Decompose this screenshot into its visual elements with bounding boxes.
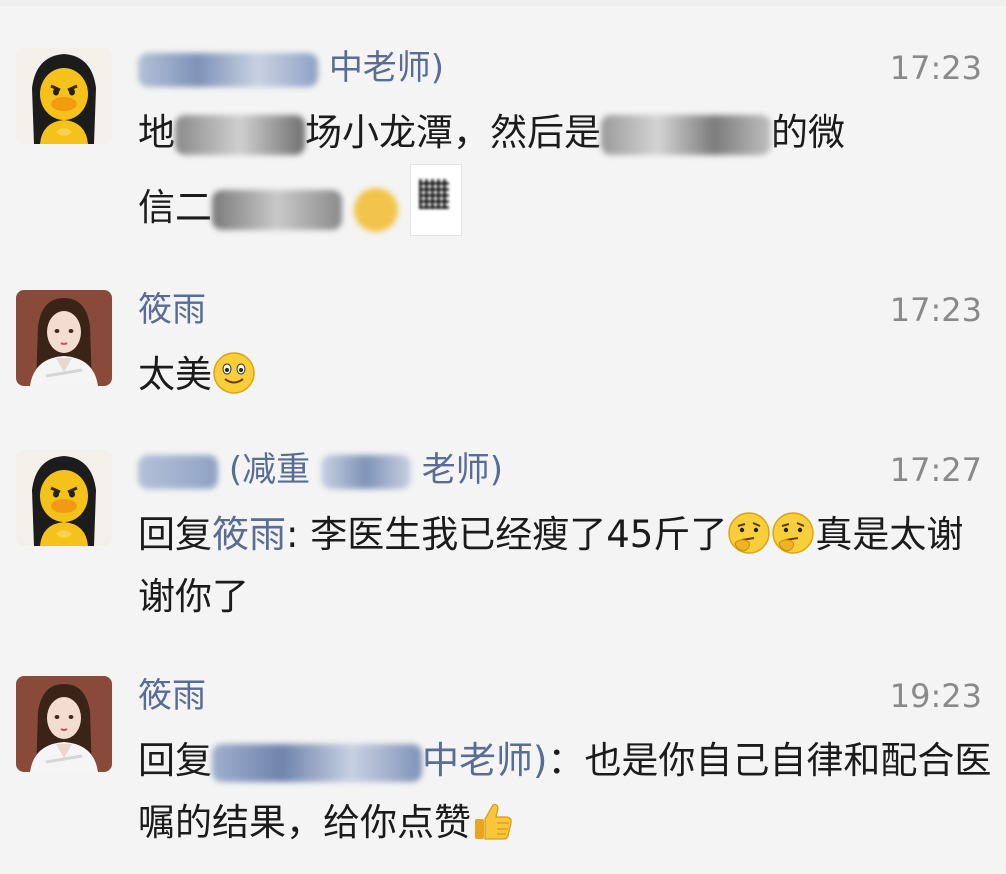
comment-item: (减重 老师) 17:27 回复筱雨: 李医生我已经瘦了45斤了 真是太谢谢你了 [0, 442, 1006, 632]
comment-time: 19:23 [889, 677, 982, 715]
comment-item: 筱雨 19:23 回复 中老师)：也是你自己自律和配合医嘱的结果，给你点赞 [0, 668, 1006, 868]
thumbs-up-emoji [471, 799, 515, 843]
comment-time: 17:27 [889, 451, 982, 489]
commenter-name[interactable]: (减重 老师) [138, 450, 503, 490]
smile-emoji [212, 351, 256, 395]
comment-text: 地场小龙潭，然后是 的微 信二 [138, 102, 996, 239]
qr-code-image[interactable] [409, 164, 462, 236]
commenter-name[interactable]: 中老师) [138, 48, 444, 88]
redacted-emoji [353, 187, 398, 232]
previous-comment-edge [0, 0, 1006, 6]
avatar[interactable] [16, 290, 112, 386]
comment-text: 太美 [138, 344, 996, 406]
thinking-emoji [771, 511, 815, 555]
redacted-text [601, 114, 771, 155]
comment-text: 回复筱雨: 李医生我已经瘦了45斤了 真是太谢谢你了 [138, 511, 964, 618]
comment-time: 17:23 [889, 291, 982, 329]
reply-target-link[interactable]: 中老师) [212, 739, 547, 782]
comment-text: 回复 中老师)：也是你自己自律和配合医嘱的结果，给你点赞 [138, 739, 992, 844]
commenter-name[interactable]: 筱雨 [138, 676, 206, 716]
commenter-name[interactable]: 筱雨 [138, 290, 206, 330]
comment-item: 中老师) 17:23 地场小龙潭，然后是 的微 信二 [0, 40, 1006, 270]
redacted-text [212, 189, 342, 230]
redacted-name [138, 454, 218, 489]
redacted-name [138, 52, 318, 87]
avatar[interactable] [16, 450, 112, 546]
avatar[interactable] [16, 676, 112, 772]
comment-item: 筱雨 17:23 太美 [0, 282, 1006, 412]
redacted-text [175, 114, 305, 155]
avatar[interactable] [16, 48, 112, 144]
reply-target-link[interactable]: 筱雨 [212, 513, 286, 556]
redacted-name [320, 454, 411, 489]
comment-time: 17:23 [889, 49, 982, 87]
thinking-emoji [727, 511, 771, 555]
redacted-name [212, 743, 422, 782]
